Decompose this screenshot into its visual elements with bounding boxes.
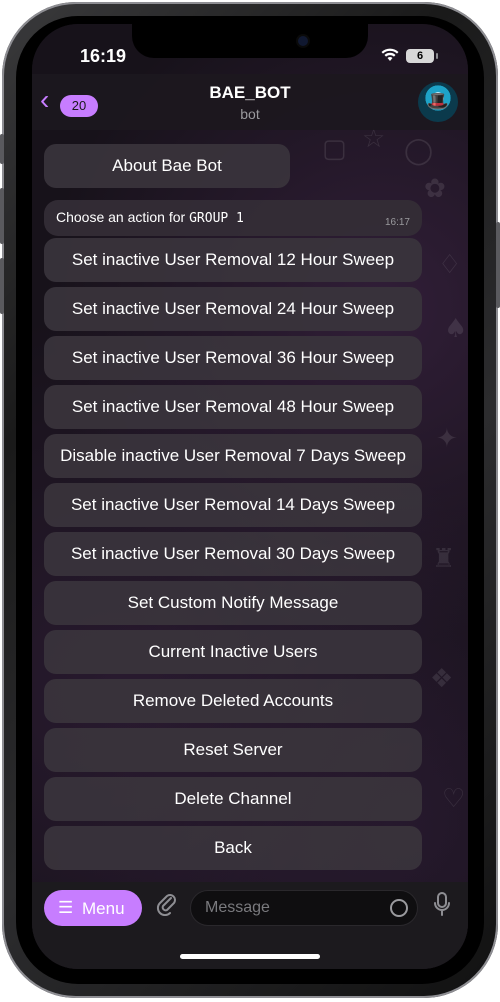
attach-icon[interactable]: [156, 892, 178, 922]
back-button[interactable]: Back: [44, 826, 422, 870]
menu-button-label: Menu: [82, 899, 125, 918]
sweep-12-hour-button[interactable]: Set inactive User Removal 12 Hour Sweep: [44, 238, 422, 282]
disable-7-days-sweep-button[interactable]: Disable inactive User Removal 7 Days Swe…: [44, 434, 422, 478]
battery-icon: 6: [406, 49, 438, 63]
wifi-icon: [381, 48, 399, 65]
bot-avatar[interactable]: 🎩: [418, 82, 458, 122]
delete-channel-button[interactable]: Delete Channel: [44, 777, 422, 821]
power-button: [496, 222, 500, 308]
sweep-48-hour-button[interactable]: Set inactive User Removal 48 Hour Sweep: [44, 385, 422, 429]
avatar-figure-icon: 🎩: [426, 91, 450, 111]
chat-area: About Bae Bot Choose an action for GROUP…: [32, 130, 468, 882]
sticker-icon[interactable]: [390, 899, 408, 917]
current-inactive-users-button[interactable]: Current Inactive Users: [44, 630, 422, 674]
message-time: 16:17: [384, 217, 410, 228]
home-indicator: [180, 954, 320, 959]
remove-deleted-accounts-button[interactable]: Remove Deleted Accounts: [44, 679, 422, 723]
message-text-prefix: Choose an action for: [56, 209, 190, 225]
sweep-30-days-button[interactable]: Set inactive User Removal 30 Days Sweep: [44, 532, 422, 576]
chat-title[interactable]: BAE_BOT: [32, 83, 468, 103]
sweep-24-hour-button[interactable]: Set inactive User Removal 24 Hour Sweep: [44, 287, 422, 331]
message-group-name: GROUP 1: [189, 211, 244, 226]
notch: [132, 24, 368, 58]
menu-button[interactable]: ☰ Menu: [44, 890, 142, 926]
custom-notify-message-button[interactable]: Set Custom Notify Message: [44, 581, 422, 625]
volume-down-button: [0, 258, 4, 314]
status-time: 16:19: [80, 46, 127, 66]
volume-up-button: [0, 188, 4, 244]
sweep-14-days-button[interactable]: Set inactive User Removal 14 Days Sweep: [44, 483, 422, 527]
message-text: Choose an action for GROUP 1: [56, 209, 244, 226]
reset-server-button[interactable]: Reset Server: [44, 728, 422, 772]
chat-subtitle: bot: [240, 106, 260, 122]
message-input[interactable]: [190, 890, 418, 926]
hamburger-icon: ☰: [58, 898, 74, 917]
chat-header: ‹ 20 BAE_BOT bot 🎩: [32, 74, 468, 130]
sweep-36-hour-button[interactable]: Set inactive User Removal 36 Hour Sweep: [44, 336, 422, 380]
mute-switch: [0, 134, 4, 164]
front-camera: [298, 36, 308, 46]
screen: ☆ ▢ ◯ ✿ ♢ ♠ ✦ ♜ ❖ ♡ 16:19 6 ‹ 20 BAE_BOT…: [32, 24, 468, 969]
about-bae-bot-button[interactable]: About Bae Bot: [44, 144, 290, 188]
microphone-icon[interactable]: [434, 892, 450, 922]
bot-message: Choose an action for GROUP 1 16:17: [44, 200, 422, 236]
